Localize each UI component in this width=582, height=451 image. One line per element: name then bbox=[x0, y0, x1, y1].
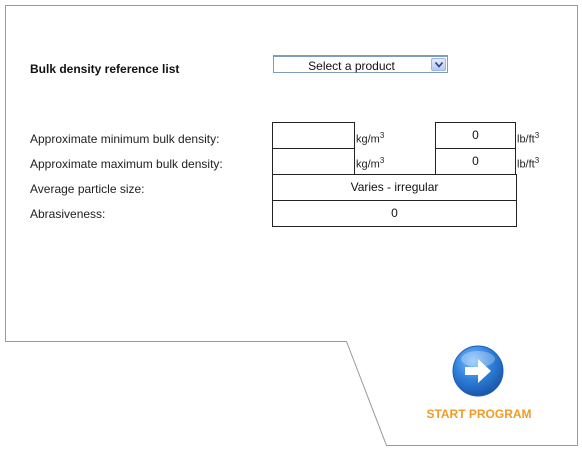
abrasiveness-label: Abrasiveness: bbox=[30, 207, 106, 221]
product-select[interactable]: Select a product bbox=[273, 55, 448, 73]
min-density-lb-field: 0 bbox=[435, 122, 516, 149]
start-program-button[interactable] bbox=[451, 344, 505, 398]
max-density-kg-unit: kg/m3 bbox=[356, 156, 385, 171]
page-title: Bulk density reference list bbox=[30, 62, 180, 76]
arrow-right-circle-icon bbox=[452, 345, 504, 397]
product-select-value: Select a product bbox=[308, 59, 395, 73]
max-density-label: Approximate maximum bulk density: bbox=[30, 157, 223, 171]
max-density-lb-unit: lb/ft3 bbox=[517, 156, 540, 171]
start-program-label[interactable]: START PROGRAM bbox=[425, 407, 533, 421]
chevron-down-icon[interactable] bbox=[431, 58, 446, 71]
min-density-kg-field bbox=[272, 122, 355, 149]
abrasiveness-field: 0 bbox=[272, 200, 517, 227]
max-density-lb-field: 0 bbox=[435, 148, 516, 175]
min-density-kg-unit: kg/m3 bbox=[356, 131, 385, 146]
min-density-lb-unit: lb/ft3 bbox=[517, 131, 540, 146]
particle-size-label: Average particle size: bbox=[30, 182, 145, 196]
max-density-kg-field bbox=[272, 148, 355, 175]
min-density-label: Approximate minimum bulk density: bbox=[30, 132, 220, 146]
particle-size-field: Varies - irregular bbox=[272, 174, 517, 201]
